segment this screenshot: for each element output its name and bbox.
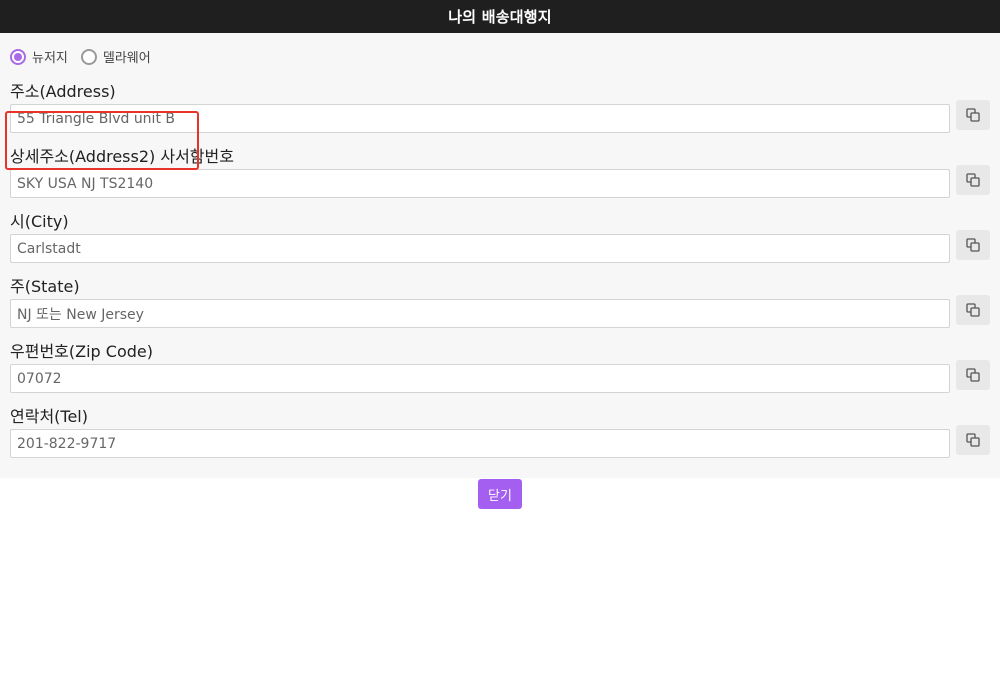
page-title: 나의 배송대행지 (448, 8, 552, 26)
zip-field-group: 우편번호(Zip Code) (10, 342, 990, 402)
copy-tel-button[interactable] (956, 425, 990, 455)
address2-label: 상세주소(Address2) 사서함번호 (10, 147, 234, 166)
address2-input[interactable] (10, 169, 950, 198)
radio-checked-icon (10, 48, 26, 65)
city-field-group: 시(City) (10, 212, 990, 272)
window-title-bar: 나의 배송대행지 (0, 0, 1000, 33)
tel-input[interactable] (10, 429, 950, 458)
tel-field-group: 연락처(Tel) (10, 407, 990, 467)
address2-field-group: 상세주소(Address2) 사서함번호 (10, 147, 990, 207)
copy-icon (966, 173, 980, 187)
tel-label: 연락처(Tel) (10, 407, 88, 426)
state-label: 주(State) (10, 277, 80, 296)
copy-icon (966, 108, 980, 122)
copy-city-button[interactable] (956, 230, 990, 260)
state-field-group: 주(State) (10, 277, 990, 337)
radio-option-delaware[interactable]: 델라웨어 (80, 47, 151, 66)
radio-label: 델라웨어 (102, 51, 151, 66)
close-button[interactable]: 닫기 (478, 479, 522, 509)
copy-icon (966, 303, 980, 317)
address-input[interactable] (10, 104, 950, 133)
address-field-group: 주소(Address) (10, 82, 990, 142)
radio-option-new-jersey[interactable]: 뉴저지 (10, 47, 68, 66)
city-input[interactable] (10, 234, 950, 263)
location-radio-group: 뉴저지 델라웨어 (10, 47, 164, 66)
copy-address-button[interactable] (956, 100, 990, 130)
copy-state-button[interactable] (956, 295, 990, 325)
zip-label: 우편번호(Zip Code) (10, 342, 153, 361)
copy-icon (966, 368, 980, 382)
state-input[interactable] (10, 299, 950, 328)
radio-label: 뉴저지 (32, 51, 68, 66)
copy-zip-button[interactable] (956, 360, 990, 390)
zip-input[interactable] (10, 364, 950, 393)
radio-unchecked-icon (80, 48, 97, 65)
copy-icon (966, 238, 980, 252)
address-panel: 뉴저지 델라웨어 주소(Address) 상세주소(Address2) 사서함번… (0, 33, 1000, 478)
copy-address2-button[interactable] (956, 165, 990, 195)
city-label: 시(City) (10, 212, 69, 231)
copy-icon (966, 433, 980, 447)
close-button-wrap: 닫기 (478, 479, 522, 509)
address-label: 주소(Address) (10, 82, 116, 101)
